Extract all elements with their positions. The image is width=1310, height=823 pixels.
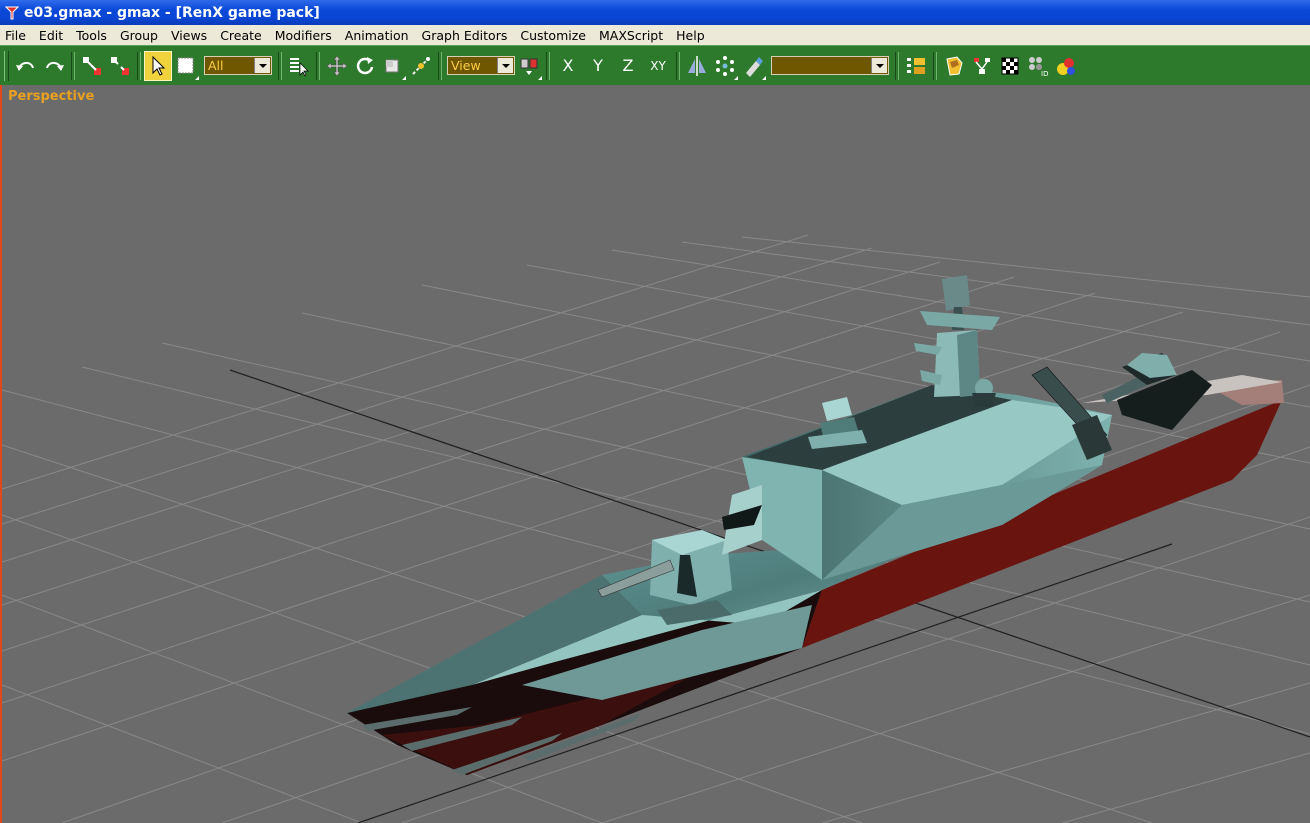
menu-file[interactable]: File — [0, 28, 33, 43]
schematic-icon — [974, 57, 990, 74]
redo-button[interactable] — [40, 51, 68, 81]
rectangle-region-icon — [177, 57, 194, 73]
schematic-view-button[interactable] — [968, 51, 996, 81]
restrict-to-x-button[interactable]: X — [553, 51, 583, 81]
toolbar-separator — [895, 51, 899, 80]
toolbar-separator — [278, 51, 282, 80]
restrict-to-z-button[interactable]: Z — [613, 51, 643, 81]
mirror-icon — [688, 55, 706, 76]
array-button[interactable] — [711, 51, 739, 81]
checker-icon — [1001, 57, 1019, 74]
selection-region-button[interactable] — [172, 51, 200, 81]
gmax-app-icon[interactable] — [4, 5, 20, 21]
rotate-icon — [356, 56, 374, 74]
undo-button[interactable] — [12, 51, 40, 81]
color-selector-button[interactable] — [1052, 51, 1080, 81]
menu-create[interactable]: Create — [214, 28, 269, 43]
menu-graph-editors[interactable]: Graph Editors — [416, 28, 515, 43]
cursor-arrow-icon — [152, 55, 166, 76]
align-icon — [746, 56, 763, 77]
mirror-button[interactable] — [683, 51, 711, 81]
toolbar-separator — [546, 51, 550, 80]
menu-bar: File Edit Tools Group Views Create Modif… — [0, 25, 1310, 46]
select-and-rotate-button[interactable] — [351, 51, 379, 81]
toolbar-separator — [438, 51, 442, 80]
material-id-button[interactable]: ID — [1024, 51, 1052, 81]
menu-animation[interactable]: Animation — [339, 28, 416, 43]
toolbar-separator — [933, 51, 937, 80]
select-by-name-icon — [290, 57, 309, 77]
main-toolbar: All View X Y Z XY ID — [0, 45, 1310, 86]
select-and-move-button[interactable] — [323, 51, 351, 81]
select-and-scale-button[interactable] — [379, 51, 407, 81]
unlink-selection-button[interactable] — [106, 51, 134, 81]
menu-views[interactable]: Views — [165, 28, 214, 43]
toolbar-grip[interactable] — [4, 50, 9, 81]
home-grid — [2, 234, 1310, 823]
use-pivot-point-center-button[interactable] — [515, 51, 543, 81]
material-editor-button[interactable] — [940, 51, 968, 81]
link-icon — [83, 56, 101, 75]
select-object-button[interactable] — [144, 50, 172, 81]
toolbar-separator — [316, 51, 320, 80]
window-title: e03.gmax - gmax - [RenX game pack] — [24, 4, 320, 21]
material-shield-icon — [946, 55, 963, 76]
undo-icon — [16, 61, 34, 71]
selection-filter-dropdown[interactable]: All — [204, 56, 272, 75]
select-and-link-button[interactable] — [78, 51, 106, 81]
title-bar: e03.gmax - gmax - [RenX game pack] — [0, 0, 1310, 25]
superstructure — [722, 385, 1112, 580]
chevron-down-icon[interactable] — [871, 58, 887, 73]
menu-modifiers[interactable]: Modifiers — [269, 28, 339, 43]
toolbar-separator — [137, 51, 141, 80]
manipulate-icon — [412, 56, 430, 75]
pivot-center-icon — [520, 58, 538, 75]
selection-filter-value: All — [208, 58, 224, 73]
named-selection-sets-dropdown[interactable] — [771, 56, 889, 75]
menu-help[interactable]: Help — [670, 28, 712, 43]
perspective-viewport[interactable]: Perspective — [0, 85, 1310, 823]
menu-customize[interactable]: Customize — [514, 28, 593, 43]
layers-button[interactable] — [902, 51, 930, 81]
reference-coord-value: View — [451, 58, 481, 73]
chevron-down-icon[interactable] — [497, 58, 513, 73]
align-button[interactable] — [739, 51, 767, 81]
menu-edit[interactable]: Edit — [33, 28, 70, 43]
toolbar-separator — [676, 51, 680, 80]
toolbar-separator — [71, 51, 75, 80]
scale-icon — [385, 59, 399, 72]
color-balls-icon — [1057, 57, 1075, 75]
viewport-label[interactable]: Perspective — [8, 89, 94, 104]
menu-maxscript[interactable]: MAXScript — [593, 28, 670, 43]
select-and-manipulate-button[interactable] — [407, 51, 435, 81]
chevron-down-icon[interactable] — [254, 58, 270, 73]
svg-text:ID: ID — [1041, 70, 1048, 77]
array-icon — [716, 55, 734, 76]
ship-model — [347, 275, 1284, 775]
select-by-name-button[interactable] — [285, 51, 313, 81]
render-checker-button[interactable] — [996, 51, 1024, 81]
material-id-icon: ID — [1029, 56, 1048, 77]
layers-icon — [907, 57, 925, 74]
menu-tools[interactable]: Tools — [70, 28, 114, 43]
redo-icon — [46, 61, 64, 71]
move-icon — [326, 55, 348, 76]
unlink-icon — [111, 56, 129, 75]
restrict-to-xy-button[interactable]: XY — [643, 51, 673, 81]
restrict-to-y-button[interactable]: Y — [583, 51, 613, 81]
menu-group[interactable]: Group — [114, 28, 165, 43]
viewport-scene — [2, 234, 1310, 823]
reference-coord-dropdown[interactable]: View — [447, 56, 515, 75]
